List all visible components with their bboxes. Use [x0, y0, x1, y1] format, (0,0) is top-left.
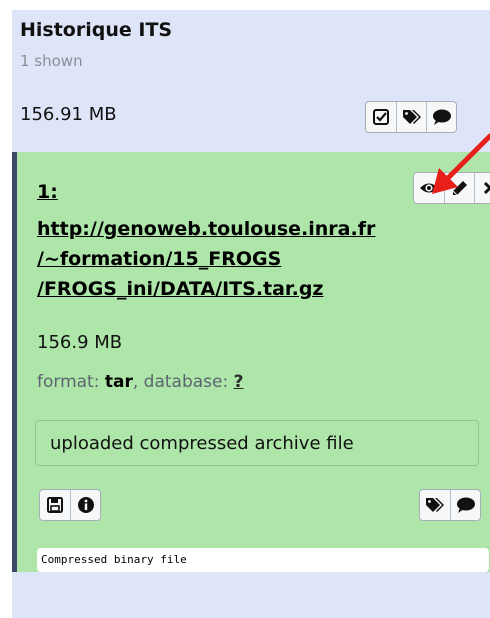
- dataset-title-line: /~formation/15_FROGS: [37, 248, 282, 270]
- comment-icon: [432, 108, 452, 126]
- dataset-info: uploaded compressed archive file: [35, 420, 479, 466]
- format-value: tar: [104, 372, 133, 392]
- dataset-size: 156.9 MB: [37, 332, 123, 353]
- shown-count: 1 shown: [20, 52, 83, 70]
- select-items-button[interactable]: [366, 102, 396, 132]
- edit-attributes-button[interactable]: [444, 173, 474, 203]
- tags-icon: [425, 496, 445, 514]
- pencil-icon: [451, 179, 469, 197]
- dataset-item: 1: http://genoweb.toulouse.inra.fr /~for…: [12, 152, 490, 572]
- download-button[interactable]: [40, 490, 70, 520]
- dataset-title[interactable]: http://genoweb.toulouse.inra.fr /~format…: [37, 214, 477, 304]
- history-tags-button[interactable]: [396, 102, 426, 132]
- dataset-metadata: format: tar, database: ?: [37, 372, 243, 392]
- dataset-peek: Compressed binary file: [37, 548, 489, 572]
- format-label: format:: [37, 372, 100, 392]
- dataset-info-text: uploaded compressed archive file: [50, 432, 354, 454]
- dataset-primary-actions: [413, 172, 490, 204]
- history-annotation-button[interactable]: [426, 102, 456, 132]
- dataset-annotation-button[interactable]: [450, 490, 480, 520]
- database-value-link[interactable]: ?: [234, 372, 244, 392]
- history-size: 156.91 MB: [20, 104, 117, 125]
- dataset-tag-actions: [419, 489, 481, 521]
- delete-icon: [482, 180, 490, 196]
- comment-icon: [456, 496, 476, 514]
- tags-icon: [402, 108, 422, 126]
- dataset-details-button[interactable]: [70, 490, 100, 520]
- info-icon: [77, 496, 95, 514]
- delete-dataset-button[interactable]: [474, 173, 490, 203]
- dataset-secondary-actions: [39, 489, 101, 521]
- dataset-hid[interactable]: 1:: [37, 181, 58, 203]
- save-icon: [46, 496, 64, 514]
- view-dataset-button[interactable]: [414, 173, 444, 203]
- dataset-title-line: http://genoweb.toulouse.inra.fr: [37, 218, 376, 240]
- database-label: , database:: [132, 372, 229, 392]
- checkbox-icon: [372, 108, 390, 126]
- history-title[interactable]: Historique ITS: [20, 19, 172, 41]
- eye-icon: [419, 180, 439, 196]
- history-button-group: [365, 101, 457, 133]
- dataset-title-line: /FROGS_ini/DATA/ITS.tar.gz: [37, 278, 324, 300]
- dataset-tags-button[interactable]: [420, 490, 450, 520]
